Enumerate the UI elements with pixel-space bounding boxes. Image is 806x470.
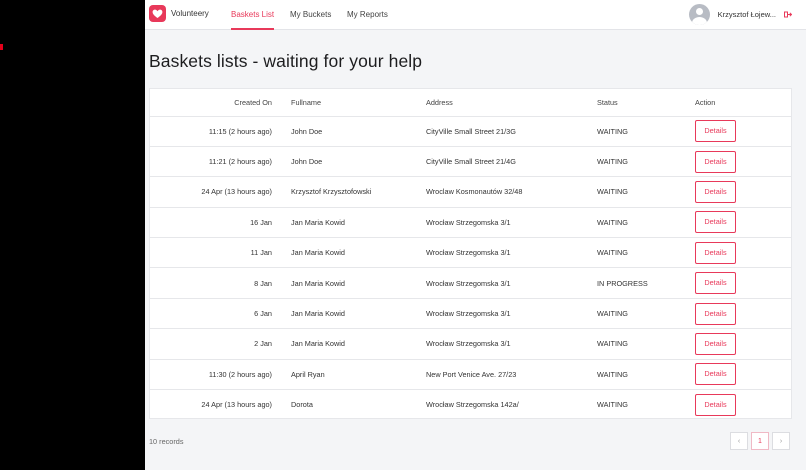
nav-link-baskets-list[interactable]: Baskets List xyxy=(231,0,275,30)
cell-created-on: 2 Jan xyxy=(150,328,279,360)
cell-address: Wrocław Strzegomska 3/1 xyxy=(423,207,594,239)
details-button[interactable]: Details xyxy=(695,363,736,386)
cell-status: WAITING xyxy=(594,298,691,330)
cell-action: Details xyxy=(691,207,791,239)
cell-status: WAITING xyxy=(594,146,691,178)
cell-status: WAITING xyxy=(594,116,691,147)
user-name: Krzysztof Łojew... xyxy=(717,10,776,19)
cell-created-on: 16 Jan xyxy=(150,207,279,239)
cell-address: New Port Venice Ave. 27/23 xyxy=(423,359,594,391)
table-row: 24 Apr (13 hours ago) Krzysztof Krzyszto… xyxy=(150,176,791,208)
cell-status: WAITING xyxy=(594,176,691,208)
table-row: 11:15 (2 hours ago) John Doe CityVille S… xyxy=(150,116,791,147)
details-button[interactable]: Details xyxy=(695,180,736,203)
cell-fullname: Dorota xyxy=(291,400,313,410)
user-avatar-icon xyxy=(688,4,710,25)
cell-action: Details xyxy=(691,328,791,360)
column-header-status[interactable]: Status xyxy=(594,89,691,117)
nav-link-my-reports[interactable]: My Reports xyxy=(347,0,388,30)
cell-address: Wroclaw Kosmonautów 32/48 xyxy=(423,176,594,208)
cell-created-on: 11 Jan xyxy=(150,237,279,269)
table-row: 11:21 (2 hours ago) John Doe CityVille S… xyxy=(150,146,791,178)
cell-status: WAITING xyxy=(594,237,691,269)
column-header-address[interactable]: Address xyxy=(423,89,594,117)
cell-created-on: 6 Jan xyxy=(150,298,279,330)
cell-status: WAITING xyxy=(594,328,691,360)
cell-action: Details xyxy=(691,298,791,330)
cell-fullname: Jan Maria Kowid xyxy=(279,298,423,330)
cell-status: WAITING xyxy=(594,207,691,239)
cell-fullname: Jan Maria Kowid xyxy=(279,207,423,239)
cell-fullname: John Doe xyxy=(279,146,423,178)
column-header-action: Action xyxy=(691,89,791,117)
heart-logo-icon xyxy=(149,5,166,22)
cell-created-on: 11:21 (2 hours ago) xyxy=(150,146,279,178)
records-count: 10 records xyxy=(149,437,184,446)
table-row: 2 Jan Jan Maria Kowid Wrocław Strzegomsk… xyxy=(150,328,791,360)
logout-icon[interactable] xyxy=(784,11,792,19)
app-window: Volunteery Baskets List My Buckets My Re… xyxy=(145,0,806,470)
cell-address: Wrocław Strzegomska 3/1 xyxy=(423,298,594,330)
table-row: 11 Jan Jan Maria Kowid Wrocław Strzegoms… xyxy=(150,237,791,269)
cell-action: Details xyxy=(691,116,791,147)
brand[interactable]: Volunteery xyxy=(149,5,209,22)
baskets-table-card: Created On Fullname Address Status Actio… xyxy=(149,88,792,419)
column-header-fullname[interactable]: Fullname xyxy=(279,89,423,117)
cell-fullname: Jan Maria Kowid xyxy=(279,237,423,269)
user-menu[interactable]: Krzysztof Łojew... xyxy=(688,4,792,25)
page-title: Baskets lists - waiting for your help xyxy=(149,51,423,71)
cell-status: WAITING xyxy=(597,400,628,410)
table-row: 16 Jan Jan Maria Kowid Wrocław Strzegoms… xyxy=(150,207,791,239)
cell-fullname: Jan Maria Kowid xyxy=(279,328,423,360)
cell-created-on: 11:30 (2 hours ago) xyxy=(150,359,279,391)
top-navbar: Volunteery Baskets List My Buckets My Re… xyxy=(145,0,806,30)
cell-fullname: Jan Maria Kowid xyxy=(279,267,423,299)
cell-fullname: Krzysztof Krzysztofowski xyxy=(279,176,423,208)
details-button[interactable]: Details xyxy=(695,241,736,264)
table-row: 11:30 (2 hours ago) April Ryan New Port … xyxy=(150,359,791,391)
cell-status: WAITING xyxy=(594,359,691,391)
cell-action: Details xyxy=(691,267,791,299)
cell-address: Wrocław Strzegomska 3/1 xyxy=(423,328,594,360)
cell-action: Details xyxy=(691,359,791,391)
cell-created-on: 8 Jan xyxy=(150,267,279,299)
cell-address: Wrocław Strzegomska 3/1 xyxy=(423,267,594,299)
cell-status: IN PROGRESS xyxy=(594,267,691,299)
pagination: ‹ 1 › xyxy=(727,432,790,450)
chevron-left-icon[interactable]: ‹ xyxy=(730,432,748,450)
cell-address: Wrocław Strzegomska 3/1 xyxy=(423,237,594,269)
details-button[interactable]: Details xyxy=(695,120,736,143)
cell-fullname: April Ryan xyxy=(279,359,423,391)
chevron-right-icon[interactable]: › xyxy=(772,432,790,450)
table-header-row: Created On Fullname Address Status Actio… xyxy=(150,89,791,117)
cell-action: Details xyxy=(691,390,791,420)
cell-created-on: 24 Apr (13 hours ago) xyxy=(201,400,272,410)
details-button[interactable]: Details xyxy=(695,393,736,416)
nav-link-my-buckets[interactable]: My Buckets xyxy=(290,0,331,30)
details-button[interactable]: Details xyxy=(695,272,736,295)
cell-action: Details xyxy=(691,237,791,269)
table-row: 6 Jan Jan Maria Kowid Wrocław Strzegomsk… xyxy=(150,298,791,330)
app-name: Volunteery xyxy=(171,9,209,18)
column-header-created-on[interactable]: Created On xyxy=(150,89,279,117)
baskets-table: Created On Fullname Address Status Actio… xyxy=(150,89,791,420)
cell-created-on: 24 Apr (13 hours ago) xyxy=(150,176,279,208)
details-button[interactable]: Details xyxy=(695,302,736,325)
table-row: 24 Apr (13 hours ago) Dorota Wrocław Str… xyxy=(150,390,791,420)
cell-address: Wrocław Strzegomska 142a/ xyxy=(426,400,519,410)
red-edge-mark xyxy=(0,44,3,50)
cell-address: CityVille Small Street 21/4G xyxy=(423,146,594,178)
cell-created-on: 11:15 (2 hours ago) xyxy=(150,116,279,147)
table-row: 8 Jan Jan Maria Kowid Wrocław Strzegomsk… xyxy=(150,267,791,299)
cell-action: Details xyxy=(691,176,791,208)
cell-fullname: John Doe xyxy=(279,116,423,147)
details-button[interactable]: Details xyxy=(695,332,736,355)
details-button[interactable]: Details xyxy=(695,150,736,173)
cell-address: CityVille Small Street 21/3G xyxy=(423,116,594,147)
cell-action: Details xyxy=(691,146,791,178)
details-button[interactable]: Details xyxy=(695,211,736,234)
page-button-current[interactable]: 1 xyxy=(751,432,769,450)
